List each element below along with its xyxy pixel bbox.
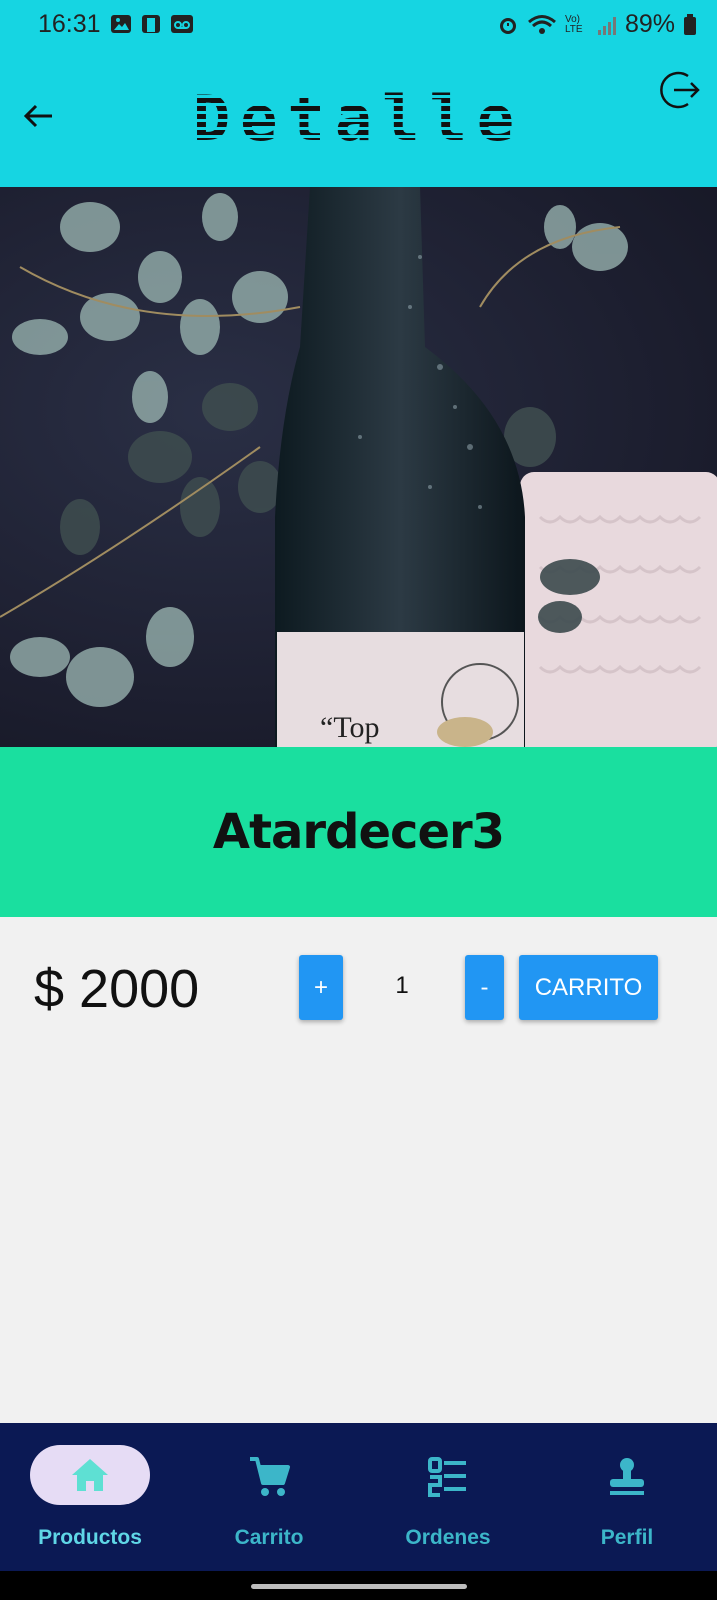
home-icon [72,1459,108,1491]
network-label: Vo) LTE [564,13,583,35]
page-title: Detalle [0,82,717,155]
app-bar: Detalle [0,48,717,187]
quantity-value: 1 [395,972,409,999]
battery-percent: 89% [624,10,675,38]
gallery-icon [111,15,131,33]
nav-label-productos: Productos [38,1526,142,1549]
status-bar: 16:31 Vo) LTE 89% [0,0,717,48]
battery-icon [684,13,696,35]
svg-text:“Top: “Top [320,711,380,744]
nav-item-productos[interactable]: Productos [30,1445,180,1565]
nav-item-perfil[interactable]: Perfil [567,1445,717,1565]
orders-icon [428,1457,466,1497]
product-name: Atardecer3 [212,804,505,860]
nav-label-carrito: Carrito [234,1526,304,1549]
nav-item-ordenes[interactable]: Ordenes [388,1445,538,1565]
cart-icon [250,1457,290,1496]
alarm-icon [499,17,516,34]
nav-label-perfil: Perfil [600,1526,654,1549]
product-image: “Top [0,187,717,747]
product-price: $ 2000 [34,959,200,1019]
nav-item-carrito[interactable]: Carrito [209,1445,359,1565]
profile-icon [610,1458,644,1495]
system-icons: Vo) LTE 89% [497,10,697,39]
decrease-quantity-button[interactable]: - [465,955,504,1020]
add-to-cart-button[interactable]: CARRITO [519,955,658,1020]
gesture-handle[interactable] [251,1584,467,1589]
increase-quantity-button[interactable]: + [299,955,343,1020]
signal-icon [597,16,616,35]
product-name-bar: Atardecer3 [0,747,717,917]
nav-label-ordenes: Ordenes [405,1526,491,1549]
voicemail-icon [171,15,193,33]
status-time: 16:31 [38,10,101,38]
bottom-navigation: Productos Carrito Ordenes Perfil [0,1423,717,1571]
wifi-icon [527,14,556,34]
notification-icons [110,13,194,35]
device-icon [142,15,160,33]
system-gesture-bar [0,1571,717,1600]
logout-icon[interactable] [658,68,702,112]
